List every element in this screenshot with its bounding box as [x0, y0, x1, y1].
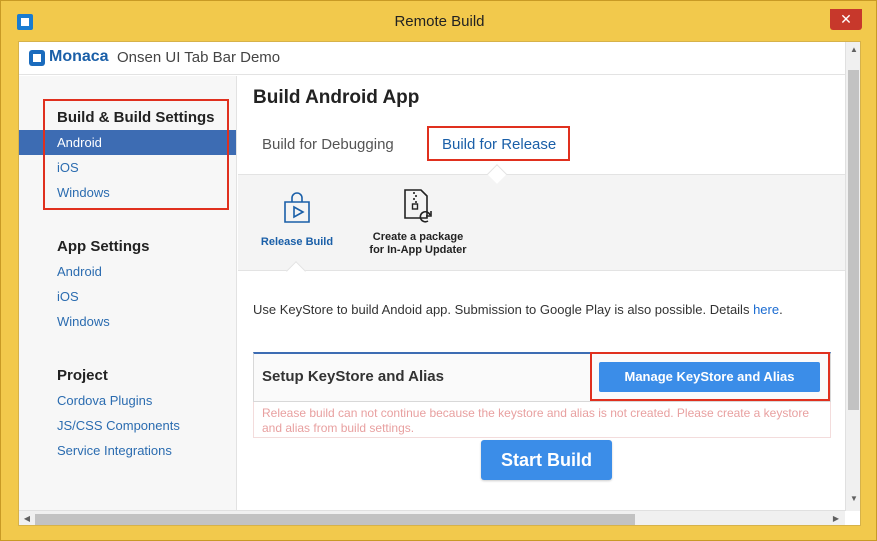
details-link[interactable]: here [753, 302, 779, 317]
sidebar-heading-app-settings: App Settings [57, 238, 150, 255]
tab-build-for-debugging[interactable]: Build for Debugging [262, 136, 394, 153]
window-frame: Remote Build ✕ Monaca Onsen UI Tab Bar D… [0, 0, 877, 541]
shopping-bag-play-icon [284, 192, 310, 223]
setup-keystore-title: Setup KeyStore and Alias [262, 368, 444, 385]
sidebar-item-app-android[interactable]: Android [19, 259, 236, 284]
start-build-button[interactable]: Start Build [481, 440, 612, 480]
in-app-updater-option[interactable]: Create a package for In-App Updater [368, 185, 468, 269]
project-name: Onsen UI Tab Bar Demo [117, 49, 281, 66]
client-area: Monaca Onsen UI Tab Bar Demo Build & Bui… [18, 41, 861, 526]
sidebar-item-service-integrations[interactable]: Service Integrations [19, 438, 236, 463]
file-zip-refresh-icon [404, 189, 432, 223]
sidebar-item-cordova-plugins[interactable]: Cordova Plugins [19, 388, 236, 413]
scroll-right-icon[interactable]: ▶ [829, 514, 843, 523]
scroll-down-icon[interactable]: ▼ [847, 494, 860, 503]
tab-build-for-release[interactable]: Build for Release [442, 136, 556, 153]
sidebar-heading-project: Project [57, 367, 108, 384]
scroll-left-icon[interactable]: ◀ [20, 514, 34, 523]
manage-keystore-button[interactable]: Manage KeyStore and Alias [599, 362, 820, 392]
sidebar-item-build-windows[interactable]: Windows [19, 180, 236, 205]
sidebar: Build & Build Settings Android iOS Windo… [19, 76, 237, 510]
release-build-option[interactable]: Release Build [254, 185, 340, 265]
release-build-label: Release Build [260, 236, 334, 248]
description-body: Use KeyStore to build Andoid app. Submis… [253, 302, 750, 317]
description-text: Use KeyStore to build Andoid app. Submis… [253, 302, 783, 317]
page-title: Build Android App [253, 87, 420, 108]
description-end: . [779, 302, 783, 317]
monaca-logo-icon [29, 50, 45, 66]
sidebar-item-jscss-components[interactable]: JS/CSS Components [19, 413, 236, 438]
in-app-updater-label-line1: Create a package [372, 231, 464, 243]
app-header: Monaca Onsen UI Tab Bar Demo [19, 42, 845, 75]
horizontal-scrollbar[interactable]: ◀ ▶ [19, 510, 845, 525]
in-app-updater-label-line2: for In-App Updater [369, 244, 467, 256]
window-title: Remote Build [394, 13, 485, 30]
horizontal-scroll-thumb[interactable] [35, 514, 635, 525]
vertical-scroll-thumb[interactable] [848, 70, 859, 410]
title-bar[interactable]: Remote Build ✕ [1, 1, 877, 41]
logo-text: Monaca [49, 48, 109, 65]
sidebar-item-build-android[interactable]: Android [19, 130, 236, 155]
vertical-scrollbar[interactable]: ▲ ▼ [845, 42, 860, 511]
release-options-bar: Release Build Create a package for In-Ap… [238, 164, 845, 281]
sidebar-item-app-windows[interactable]: Windows [19, 309, 236, 334]
error-message: Release build can not continue because t… [253, 402, 831, 438]
sidebar-heading-build: Build & Build Settings [57, 109, 215, 126]
sidebar-item-app-ios[interactable]: iOS [19, 284, 236, 309]
tab-pointer [487, 164, 507, 184]
scroll-up-icon[interactable]: ▲ [847, 45, 860, 54]
main-content: Build Android App Build for Debugging Bu… [238, 76, 845, 510]
close-button[interactable]: ✕ [830, 9, 862, 30]
sidebar-item-build-ios[interactable]: iOS [19, 155, 236, 180]
